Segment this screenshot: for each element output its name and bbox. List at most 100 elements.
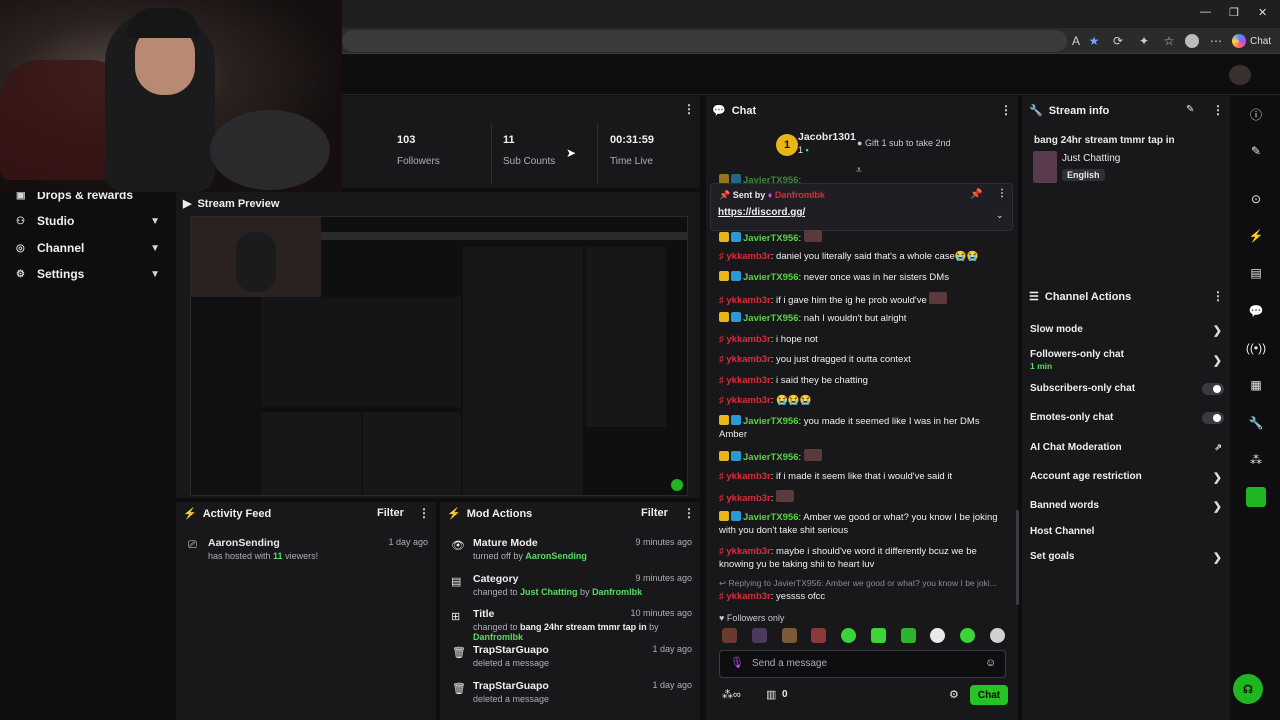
copilot-icon <box>1232 34 1246 48</box>
address-bar[interactable] <box>342 30 1067 52</box>
more-options-icon[interactable]: ⋮ <box>1212 289 1224 303</box>
emote-icon[interactable] <box>990 628 1005 643</box>
time-live-label: Time Live <box>610 156 653 167</box>
close-icon[interactable]: ✕ <box>1258 6 1267 19</box>
chat-message: ♯ ykkamb3r: i hope not <box>719 334 818 345</box>
slow-mode-action[interactable]: Slow mode ❯ <box>1030 324 1224 337</box>
more-options-icon[interactable]: ⋮ <box>418 506 430 520</box>
emote-icon[interactable] <box>811 628 826 643</box>
edit-pencil-icon[interactable]: ✎ <box>1186 104 1194 115</box>
chat-scrollbar[interactable] <box>1016 510 1019 605</box>
nav-studio[interactable]: ⚇ Studio ▼ <box>16 211 164 231</box>
emote-icon[interactable] <box>722 628 737 643</box>
favorite-star-icon[interactable]: ★ <box>1086 33 1102 49</box>
emote-icon[interactable] <box>841 628 856 643</box>
info-icon[interactable]: ⓘ <box>1247 105 1265 123</box>
chevron-right-icon: ❯ <box>1212 355 1222 367</box>
stream-info-panel <box>1022 96 1230 284</box>
emote-icon[interactable] <box>871 628 886 643</box>
minimize-icon[interactable]: — <box>1200 6 1211 18</box>
support-headset-button[interactable]: ☊ <box>1233 674 1263 704</box>
more-options-icon[interactable]: ⋮ <box>1000 103 1012 117</box>
profile-icon[interactable] <box>1184 33 1200 49</box>
account-age-action[interactable]: Account age restriction ❯ <box>1030 471 1224 484</box>
send-chat-button[interactable]: Chat <box>970 685 1008 705</box>
subs-count: 11 <box>503 134 515 146</box>
camera-icon[interactable]: ⊙ <box>1247 190 1265 208</box>
followers-stat: 103 Followers <box>397 134 497 167</box>
lightning-icon[interactable]: ⚡ <box>1247 227 1265 245</box>
crown-badge-icon <box>719 511 729 521</box>
streamer-beanie <box>127 8 199 38</box>
favorites-icon[interactable]: ☆ <box>1161 33 1177 49</box>
nav-settings[interactable]: ⚙ Settings ▼ <box>16 264 164 284</box>
wrench-icon[interactable]: 🔧 <box>1247 414 1265 432</box>
banned-words-action[interactable]: Banned words ❯ <box>1030 500 1224 513</box>
refresh-icon[interactable]: ⟳ <box>1110 33 1126 49</box>
subscribers-only-toggle[interactable] <box>1202 383 1224 395</box>
emote-icon[interactable] <box>782 628 797 643</box>
maximize-icon[interactable]: ❐ <box>1229 6 1239 19</box>
subs-stat: 11 Sub Counts <box>503 134 603 167</box>
microphone-icon[interactable]: 🎙 <box>730 656 744 669</box>
read-aloud-icon[interactable]: A <box>1068 33 1084 49</box>
preview-frame-graphic <box>191 217 687 495</box>
user-avatar[interactable] <box>1229 65 1251 85</box>
more-options-icon[interactable]: ⋮ <box>1212 103 1224 117</box>
chat-message: ♯ ykkamb3r: 😭😭😭 <box>719 395 812 406</box>
copilot-chat-button[interactable]: Chat <box>1232 31 1276 51</box>
emote-icon[interactable] <box>930 628 945 643</box>
document-icon[interactable]: ▤ <box>1247 264 1265 282</box>
chat-message: JavierTX956: Amber we good or what? you … <box>719 511 998 536</box>
pencil-icon[interactable]: ✎ <box>1247 142 1265 160</box>
users-icon[interactable]: ⁂ <box>1247 451 1265 469</box>
chat-message: ♯ ykkamb3r: daniel you literally said th… <box>719 251 979 262</box>
more-options-icon[interactable]: ⋮ <box>683 506 695 520</box>
emote-icon[interactable] <box>752 628 767 643</box>
gear-icon[interactable]: ⚙ <box>949 688 959 701</box>
mod-action-row: 🗑 TrapStarGuapo deleted a message 1 day a… <box>452 680 692 704</box>
more-options-icon[interactable]: ⋮ <box>997 188 1007 199</box>
chevron-down-icon[interactable]: ⌄ <box>996 210 1004 221</box>
mod-filter-button[interactable]: Filter <box>641 507 668 519</box>
followers-only-action[interactable]: Followers-only chat ❯ 1 min <box>1030 349 1224 371</box>
crown-badge-icon <box>719 415 729 425</box>
stream-preview-header: ▶ Stream Preview <box>183 197 280 211</box>
emoji-icon[interactable]: ☺ <box>985 657 996 669</box>
ai-chat-moderation-action[interactable]: AI Chat Moderation ⇗ <box>1030 442 1224 453</box>
mod-action-row: 🗑 TrapStarGuapo deleted a message 1 day a… <box>452 644 692 668</box>
chat-message: JavierTX956: never once was in her siste… <box>719 271 1009 284</box>
gift-box-icon[interactable]: ▥ <box>766 688 776 701</box>
broadcast-icon[interactable]: ((•)) <box>1246 339 1266 357</box>
infinity-points-icon[interactable]: ⁂∞ <box>722 688 741 701</box>
extensions-icon[interactable]: ✦ <box>1136 33 1152 49</box>
nav-channel[interactable]: ◎ Channel ▼ <box>16 238 164 258</box>
clapperboard-icon[interactable] <box>1246 487 1266 507</box>
chat-icon[interactable]: 💬 <box>1247 302 1265 320</box>
emote-icon[interactable] <box>901 628 916 643</box>
activity-item: ⎚ AaronSending has hosted with 11 viewer… <box>188 537 432 561</box>
activity-filter-button[interactable]: Filter <box>377 507 404 519</box>
emotes-only-action[interactable]: Emotes-only chat <box>1030 412 1224 424</box>
more-menu-icon[interactable]: ⋯ <box>1208 33 1224 49</box>
pinned-link[interactable]: https://discord.gg/ <box>718 207 805 218</box>
chevron-right-icon: ❯ <box>1212 501 1222 513</box>
time-live-value: 00:31:59 <box>610 134 655 146</box>
chevron-right-icon: ❯ <box>1212 552 1222 564</box>
gift-sub-prompt[interactable]: ● Gift 1 sub to take 2nd <box>857 138 951 148</box>
emotes-only-toggle[interactable] <box>1202 412 1224 424</box>
set-goals-action[interactable]: Set goals ❯ <box>1030 551 1224 564</box>
host-channel-action[interactable]: Host Channel <box>1030 526 1224 537</box>
pin-icon[interactable]: 📌 <box>970 189 982 200</box>
emote-icon[interactable] <box>960 628 975 643</box>
chat-header: 💬 Chat <box>712 104 757 118</box>
more-options-icon[interactable]: ⋮ <box>683 102 695 116</box>
category-icon: ▤ <box>451 576 462 588</box>
crown-badge-icon <box>719 232 729 242</box>
top-gifter-name[interactable]: Jacobr1301 <box>798 131 856 143</box>
reply-icon: ↩ <box>719 578 727 588</box>
subscribers-only-action[interactable]: Subscribers-only chat <box>1030 383 1224 395</box>
emote-icon <box>929 292 948 304</box>
stream-preview-video[interactable] <box>190 216 688 496</box>
layout-icon[interactable]: ▦ <box>1247 376 1265 394</box>
